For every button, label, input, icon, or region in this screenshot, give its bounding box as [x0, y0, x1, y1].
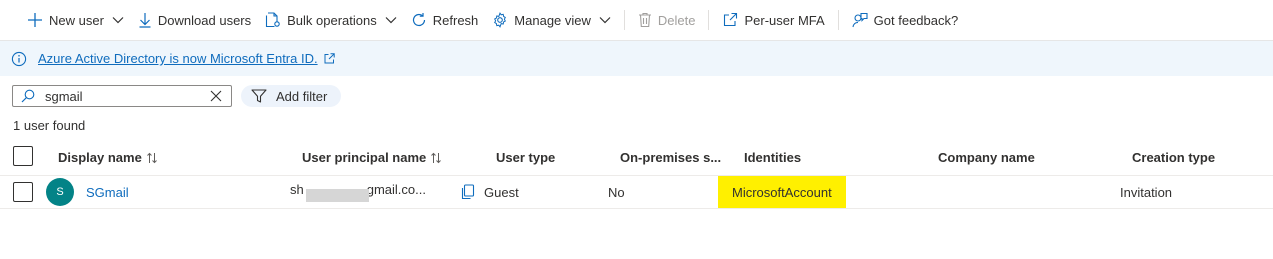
entra-rename-link[interactable]: Azure Active Directory is now Microsoft … [38, 51, 318, 66]
per-user-mfa-label: Per-user MFA [744, 12, 825, 28]
chevron-down-icon [599, 16, 611, 24]
clear-search-icon[interactable] [210, 90, 222, 102]
got-feedback-label: Got feedback? [873, 12, 959, 28]
gear-icon [492, 12, 508, 28]
user-type-cell: Guest [484, 184, 519, 200]
result-count: 1 user found [13, 118, 86, 133]
upn-text-start: sh [290, 182, 304, 197]
upn-text-end: gmail.co... [366, 182, 426, 197]
refresh-button[interactable]: Refresh [404, 0, 486, 40]
add-filter-label: Add filter [276, 88, 328, 104]
add-filter-button[interactable]: Add filter [241, 85, 341, 107]
identities-highlight: MicrosoftAccount [718, 176, 846, 208]
trash-icon [638, 12, 652, 28]
table-row[interactable]: S SGmail sh gmail.co... Guest No Microsof… [0, 176, 1273, 209]
row-select-checkbox[interactable] [13, 182, 33, 202]
download-icon [138, 12, 152, 28]
feedback-person-icon [852, 12, 868, 28]
column-header-user-type[interactable]: User type [496, 140, 555, 175]
plus-icon [27, 12, 43, 28]
info-icon [11, 51, 27, 67]
creation-type-cell: Invitation [1120, 184, 1173, 200]
command-bar: New user Download users Bulk operations … [0, 0, 1273, 40]
download-users-label: Download users [157, 12, 252, 28]
toolbar-divider [837, 10, 839, 30]
manage-view-label: Manage view [514, 12, 591, 28]
got-feedback-button[interactable]: Got feedback? [845, 0, 966, 40]
manage-view-button[interactable]: Manage view [485, 0, 618, 40]
table-header: Display name User principal name User ty… [0, 140, 1273, 176]
filter-funnel-icon [251, 89, 267, 103]
on-premises-cell: No [608, 184, 625, 200]
per-user-mfa-button[interactable]: Per-user MFA [715, 0, 831, 40]
user-display-name-link[interactable]: SGmail [86, 185, 129, 200]
bulk-operations-button[interactable]: Bulk operations [258, 0, 404, 40]
column-header-on-premises[interactable]: On-premises s... [620, 140, 721, 175]
toolbar-divider [708, 10, 710, 30]
copy-icon [461, 184, 475, 200]
download-users-button[interactable]: Download users [131, 0, 258, 40]
column-header-creation-type[interactable]: Creation type [1132, 140, 1215, 175]
chevron-down-icon [112, 16, 124, 24]
refresh-icon [411, 12, 427, 28]
new-user-label: New user [49, 12, 104, 28]
bulk-operations-label: Bulk operations [287, 12, 377, 28]
avatar: S [46, 178, 74, 206]
info-banner: Azure Active Directory is now Microsoft … [0, 40, 1273, 76]
external-link-icon [722, 12, 738, 28]
sort-icon [430, 152, 442, 164]
delete-button[interactable]: Delete [631, 0, 703, 40]
bulk-document-icon [265, 12, 281, 28]
refresh-label: Refresh [432, 12, 479, 28]
column-header-upn[interactable]: User principal name [302, 140, 442, 175]
column-header-company-name[interactable]: Company name [938, 140, 1035, 175]
sort-icon [146, 152, 158, 164]
external-link-icon[interactable] [324, 53, 335, 64]
identities-cell: MicrosoftAccount [718, 176, 846, 208]
search-box[interactable] [12, 85, 232, 107]
new-user-button[interactable]: New user [20, 0, 131, 40]
toolbar-divider [623, 10, 625, 30]
redaction-bar [306, 189, 369, 202]
select-all-checkbox[interactable] [13, 146, 33, 166]
upn-cell: sh gmail.co... [290, 176, 426, 208]
column-header-display-name[interactable]: Display name [58, 140, 158, 175]
user-display-cell: S SGmail [46, 176, 129, 208]
column-header-identities[interactable]: Identities [744, 140, 801, 175]
copy-upn-button[interactable] [461, 176, 475, 208]
search-icon [21, 89, 35, 103]
search-input[interactable] [45, 88, 195, 104]
delete-label: Delete [657, 12, 696, 28]
chevron-down-icon [385, 16, 397, 24]
